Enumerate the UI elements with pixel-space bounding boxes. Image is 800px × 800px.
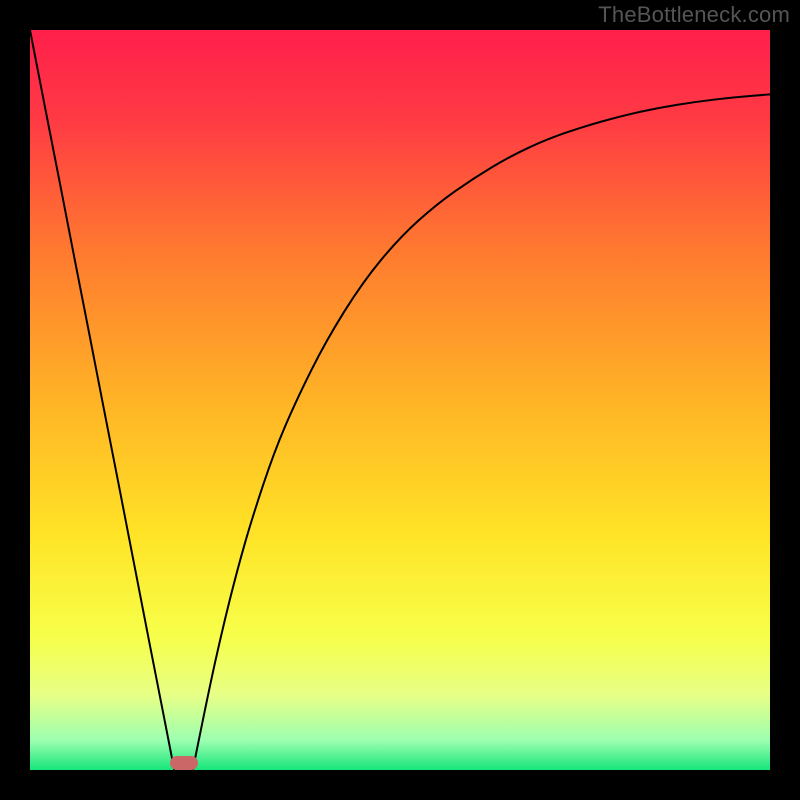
left-branch-line [30, 30, 174, 770]
curve-layer [30, 30, 770, 770]
right-branch-line [193, 94, 770, 770]
optimal-point-marker [170, 756, 198, 770]
watermark-label: TheBottleneck.com [598, 2, 790, 28]
chart-container: TheBottleneck.com [0, 0, 800, 800]
plot-area [30, 30, 770, 770]
